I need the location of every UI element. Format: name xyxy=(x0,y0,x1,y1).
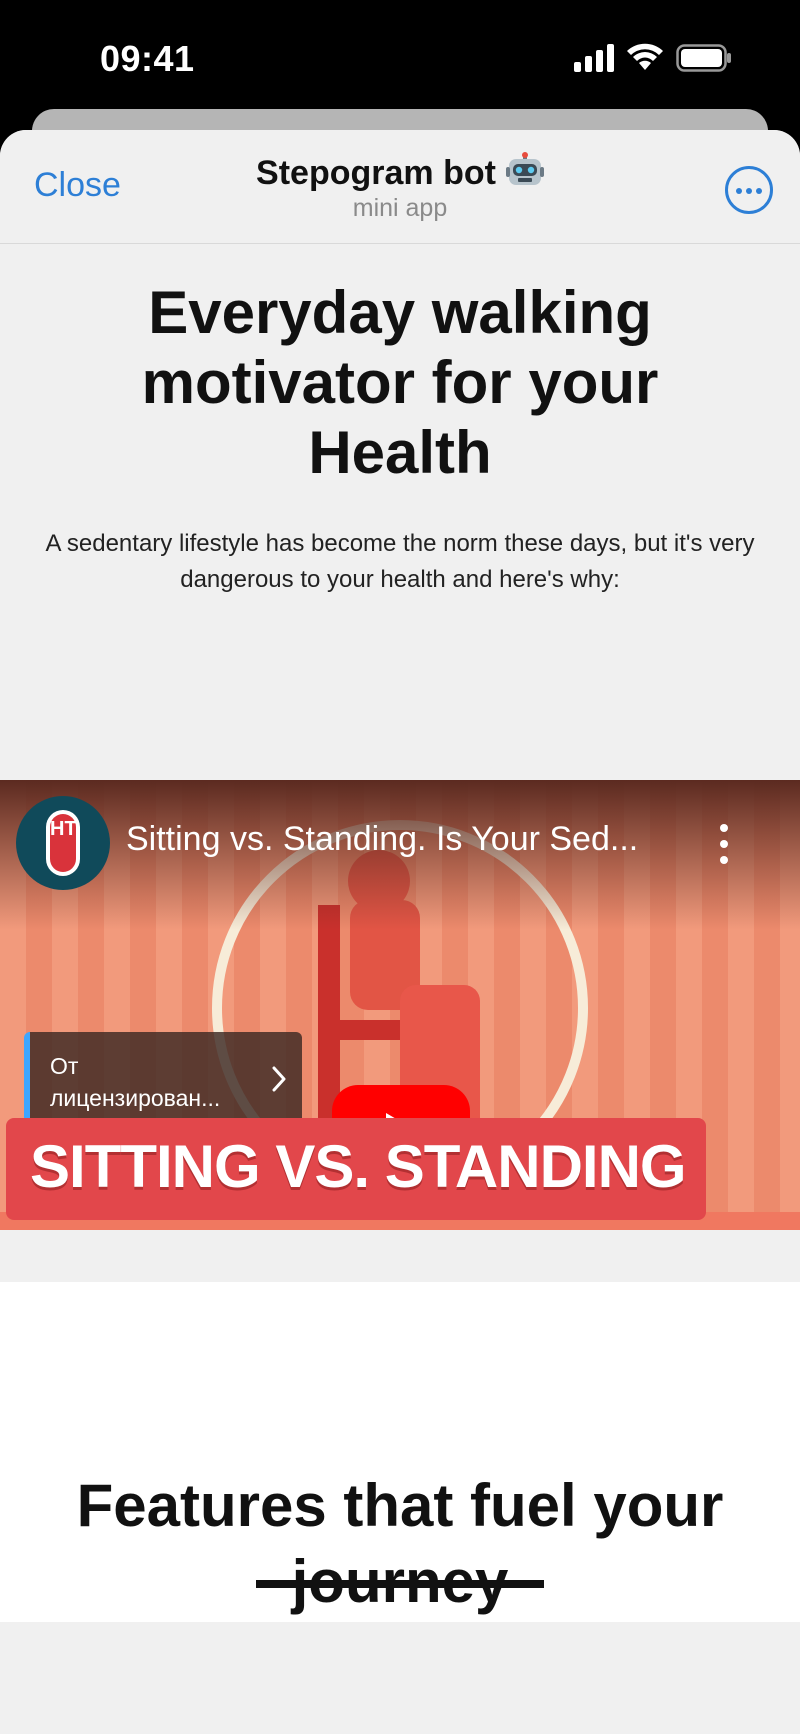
chevron-right-icon xyxy=(272,1066,286,1092)
robot-icon xyxy=(505,152,544,185)
status-bar: 09:41 xyxy=(0,0,800,110)
strikethrough-mark xyxy=(256,1580,544,1588)
video-banner: SITTING VS. STANDING xyxy=(6,1118,706,1220)
hero-title: Everyday walking motivator for your Heal… xyxy=(141,279,659,486)
banner-text: SITTING VS. STANDING xyxy=(30,1133,687,1200)
channel-logo: HT xyxy=(50,814,77,872)
license-label: От лицензирован... xyxy=(50,1053,221,1111)
video-menu-icon[interactable] xyxy=(714,820,734,868)
signal-icon xyxy=(574,44,614,72)
hero-text: A sedentary lifestyle has become the nor… xyxy=(45,530,755,593)
sheet-header: Close Stepogram bot mini app xyxy=(0,130,800,244)
battery-icon xyxy=(676,44,731,72)
more-circle-icon[interactable] xyxy=(725,166,773,214)
bot-name: Stepogram bot xyxy=(256,154,496,192)
video-title[interactable]: Sitting vs. Standing. Is Your Sed... xyxy=(126,820,666,859)
header-subtitle: mini app xyxy=(352,194,448,222)
channel-avatar[interactable]: HT xyxy=(16,796,110,890)
header-title: Stepogram bot xyxy=(0,152,800,193)
features-title: Features that fuel your journey xyxy=(76,1472,724,1615)
status-time: 09:41 xyxy=(100,38,195,79)
wifi-icon xyxy=(627,43,663,70)
license-info-chip[interactable]: От лицензирован... xyxy=(24,1032,302,1130)
